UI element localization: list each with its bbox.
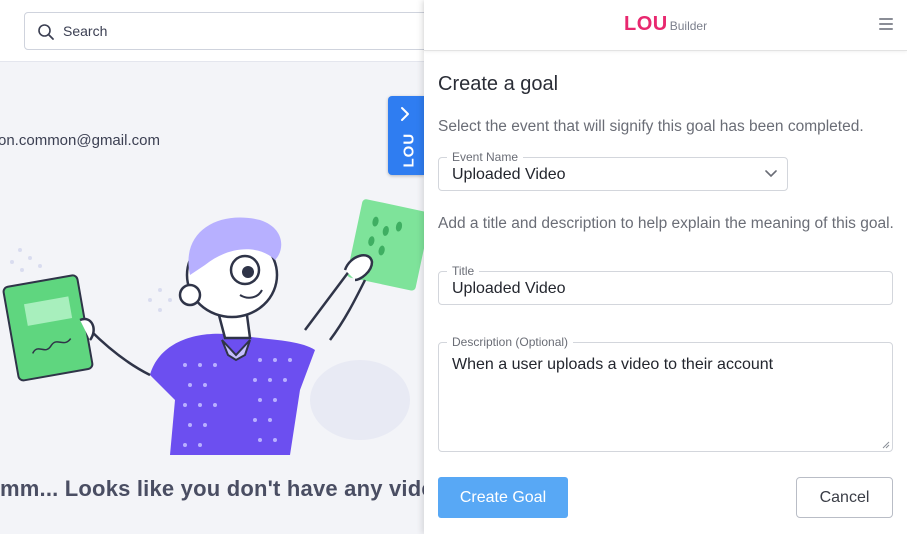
description-value: When a user uploads a video to their acc… [452, 356, 774, 373]
event-help-text: Select the event that will signify this … [438, 118, 864, 135]
create-goal-button[interactable]: Create Goal [438, 477, 568, 518]
resize-handle-icon[interactable] [882, 441, 890, 449]
chevron-down-icon [765, 170, 777, 178]
title-help-text: Add a title and description to help expl… [438, 215, 894, 232]
title-label: Title [447, 264, 480, 278]
background-topbar: Search [0, 0, 444, 62]
lou-toggle-tab[interactable]: LOU [388, 96, 424, 175]
search-placeholder: Search [63, 23, 108, 39]
event-name-select[interactable]: Event Name Uploaded Video [438, 150, 788, 191]
cancel-button[interactable]: Cancel [796, 477, 893, 518]
event-name-value: Uploaded Video [452, 166, 566, 183]
lou-tab-label: LOU [400, 132, 418, 168]
brand-name: LOU [624, 13, 668, 35]
search-icon [38, 24, 54, 40]
event-name-label: Event Name [447, 150, 524, 164]
goal-builder-panel: LOU Builder Create a goal Select the even… [424, 0, 907, 534]
panel-title: Create a goal [438, 73, 559, 95]
user-email: on.common@gmail.com [0, 132, 160, 149]
brand-logo: LOU Builder [624, 13, 707, 36]
description-textarea[interactable]: Description (Optional) When a user uploa… [438, 335, 893, 452]
chevron-right-icon [401, 107, 409, 121]
description-label: Description (Optional) [447, 335, 574, 349]
empty-state-illustration [2, 199, 424, 455]
search-input[interactable]: Search [24, 12, 444, 50]
hamburger-menu-icon[interactable] [879, 18, 893, 31]
empty-state-message: mm... Looks like you don't have any vide [0, 476, 434, 501]
title-value: Uploaded Video [452, 280, 566, 297]
title-input[interactable]: Title Uploaded Video [438, 264, 893, 305]
brand-suffix: Builder [669, 19, 708, 33]
panel-header: LOU Builder [424, 0, 907, 51]
